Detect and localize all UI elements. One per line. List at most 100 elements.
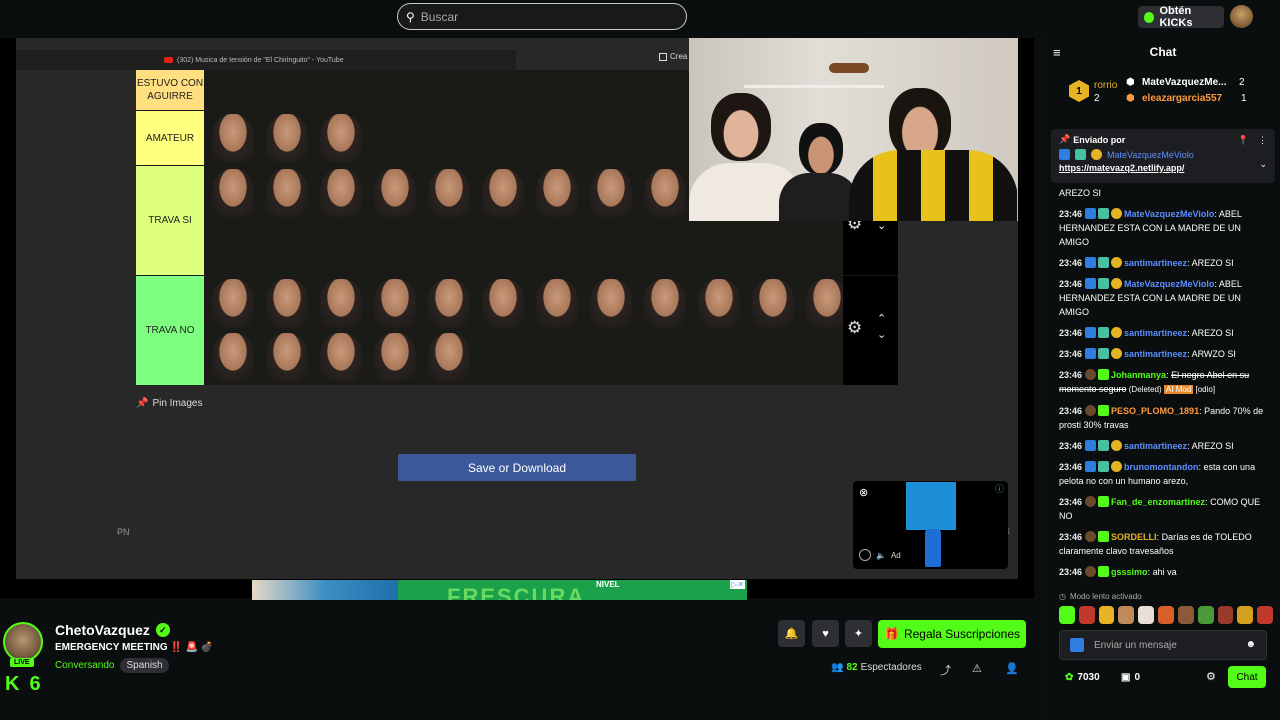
player-photo[interactable] xyxy=(476,276,530,330)
ad-choices-icon[interactable]: ▷✕ xyxy=(730,580,745,589)
chat-message: 23:46 santimartineez: ARWZO SI xyxy=(1059,348,1236,359)
chat-username[interactable]: santimartineez xyxy=(1124,328,1187,338)
chat-username[interactable]: brunomontandon xyxy=(1124,462,1198,472)
player-photo[interactable] xyxy=(368,276,422,330)
channel-avatar[interactable] xyxy=(3,622,43,662)
channel-name[interactable]: ChetoVazquez ✓ xyxy=(55,622,170,638)
leaderboard-name[interactable]: MateVazquezMe... xyxy=(1142,77,1226,88)
bell-icon: 🔔 xyxy=(784,628,799,640)
language-tag[interactable]: Spanish xyxy=(120,658,169,673)
chat-username[interactable]: SORDELLI xyxy=(1111,532,1157,542)
emote[interactable] xyxy=(1059,606,1075,624)
player-photo[interactable] xyxy=(368,330,422,384)
chat-message: 23:46 SORDELLI: Darías es de TOLEDO clara… xyxy=(1059,531,1252,556)
sparkle-button[interactable]: ✦ xyxy=(845,620,872,647)
collapse-chat-icon[interactable]: ≡ xyxy=(1053,45,1061,60)
close-icon[interactable]: ⊗ xyxy=(859,486,868,499)
user-avatar[interactable] xyxy=(1230,5,1253,28)
emote[interactable] xyxy=(1098,606,1115,624)
player-photo[interactable] xyxy=(692,276,746,330)
chat-username[interactable]: gsssimo xyxy=(1111,567,1148,577)
chevron-up-icon[interactable]: ⌃ xyxy=(877,312,886,325)
player-photo[interactable] xyxy=(422,166,476,220)
chat-username[interactable]: Fan_de_enzomartinez xyxy=(1111,497,1205,507)
emote[interactable] xyxy=(1237,606,1254,624)
chat-username[interactable]: MateVazquezMeViolo xyxy=(1124,209,1214,219)
emote[interactable] xyxy=(1158,606,1174,624)
player-photo[interactable] xyxy=(314,330,368,384)
chat-username[interactable]: santimartineez xyxy=(1124,258,1187,268)
channel-points[interactable]: ✿ 7030 xyxy=(1065,672,1100,683)
share-icon[interactable]: ⤴ xyxy=(940,662,951,678)
settings-icon[interactable]: ⚙ xyxy=(1206,670,1216,683)
chat-username[interactable]: MateVazquezMeViolo xyxy=(1124,279,1214,289)
player-photo[interactable] xyxy=(206,166,260,220)
player-photo[interactable] xyxy=(260,166,314,220)
player-photo[interactable] xyxy=(530,166,584,220)
points-icon: ✿ xyxy=(1065,672,1074,683)
emote[interactable] xyxy=(1217,606,1234,624)
chat-username[interactable]: santimartineez xyxy=(1124,349,1187,359)
chevron-down-icon[interactable]: ⌄ xyxy=(1259,159,1267,170)
player-photo[interactable] xyxy=(422,330,476,384)
pinned-message[interactable]: 📌 Enviado por MateVazquezMeViolo https://… xyxy=(1051,129,1275,183)
add-user-icon[interactable]: 👤 xyxy=(1005,662,1019,675)
emote[interactable] xyxy=(1197,606,1214,624)
player-photo[interactable] xyxy=(206,276,260,330)
player-photo[interactable] xyxy=(260,111,314,165)
search-icon: ⚲ xyxy=(406,9,415,24)
player-photo[interactable] xyxy=(260,276,314,330)
unpin-icon[interactable]: 📍 xyxy=(1238,135,1249,146)
player-photo[interactable] xyxy=(476,166,530,220)
player-photo[interactable] xyxy=(638,166,692,220)
emote[interactable] xyxy=(1078,606,1095,624)
badge-icon xyxy=(1085,440,1097,451)
get-kicks-button[interactable]: Obtén KICKs xyxy=(1138,5,1224,29)
player-photo[interactable] xyxy=(584,276,638,330)
send-chat-button[interactable]: Chat xyxy=(1228,666,1266,688)
emoji-icon[interactable]: ☻ xyxy=(1245,639,1256,650)
chat-username[interactable]: PESO_PLOMO_1891 xyxy=(1111,406,1199,416)
leaderboard-name[interactable]: eleazargarcia557 xyxy=(1142,93,1222,104)
emote[interactable] xyxy=(1177,606,1194,624)
player-photo[interactable] xyxy=(422,276,476,330)
report-icon[interactable]: ⚠ xyxy=(972,662,982,675)
pinned-link[interactable]: https://matevazq2.netlify.app/ xyxy=(1059,163,1267,173)
player-photo[interactable] xyxy=(638,276,692,330)
gear-icon[interactable]: ⚙ xyxy=(847,318,862,338)
ad-popup[interactable]: ⊗ ⓘ 🔈 Ad xyxy=(853,481,1008,569)
follow-button[interactable]: ♥ xyxy=(812,620,839,647)
badge-icon xyxy=(1111,257,1123,268)
player-photo[interactable] xyxy=(368,166,422,220)
player-photo[interactable] xyxy=(206,111,260,165)
chat-input[interactable]: Enviar un mensaje ☻ xyxy=(1059,630,1267,660)
leaderboard-name[interactable]: rorrio xyxy=(1094,80,1117,91)
message-text: AREZO SI xyxy=(1059,188,1102,198)
drops-count[interactable]: ▣ 0 xyxy=(1121,672,1140,683)
player-photo[interactable] xyxy=(260,330,314,384)
emote[interactable] xyxy=(1257,606,1273,624)
player-photo[interactable] xyxy=(206,330,260,384)
more-icon[interactable]: ⋮ xyxy=(1258,135,1267,146)
pin-icon: 📌 xyxy=(1059,134,1071,144)
player-photo[interactable] xyxy=(746,276,800,330)
player-photo[interactable] xyxy=(314,111,368,165)
player-photo[interactable] xyxy=(314,166,368,220)
info-icon[interactable]: ⓘ xyxy=(995,482,1004,495)
search-input[interactable]: ⚲ Buscar xyxy=(397,3,687,30)
emote[interactable] xyxy=(1138,606,1155,624)
chevron-down-icon[interactable]: ⌄ xyxy=(877,328,886,341)
video-player[interactable]: (302) Musica de tensión de "El Chiringui… xyxy=(0,38,1034,604)
player-photo[interactable] xyxy=(584,166,638,220)
gift-subs-button[interactable]: 🎁 Regala Suscripciones xyxy=(878,620,1026,648)
chat-username[interactable]: santimartineez xyxy=(1124,441,1187,451)
save-download-button[interactable]: Save or Download xyxy=(398,454,636,481)
emote[interactable] xyxy=(1118,606,1135,624)
player-photo[interactable] xyxy=(314,276,368,330)
chat-username[interactable]: Johanmanya xyxy=(1111,370,1166,380)
badge-icon xyxy=(1085,461,1097,472)
badge-icon xyxy=(1098,461,1110,472)
player-photo[interactable] xyxy=(530,276,584,330)
bell-button[interactable]: 🔔 xyxy=(778,620,805,647)
pin-images-toggle[interactable]: 📌 Pin Images xyxy=(136,398,202,409)
